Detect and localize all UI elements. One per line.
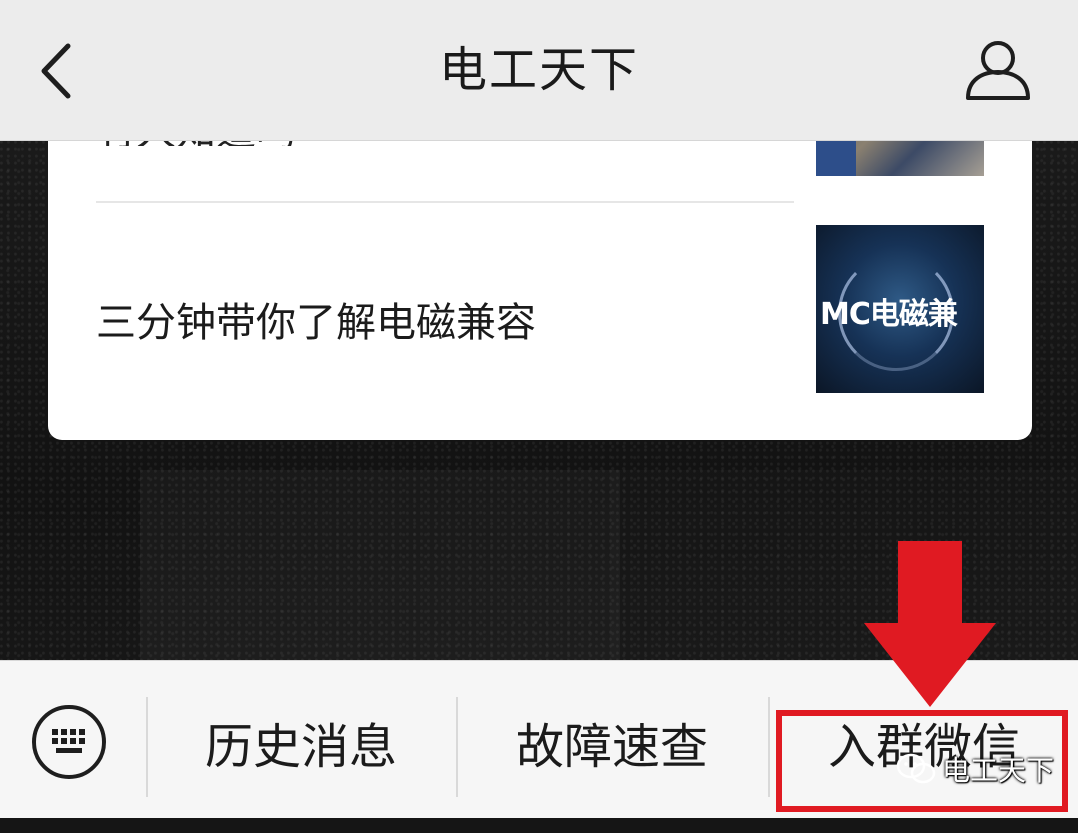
bottom-menu-bar: 历史消息 故障速查 入群微信 (0, 660, 1078, 818)
watermark-text: 电工天下 (942, 754, 1055, 787)
menu-item-join-wechat-group[interactable]: 入群微信 (770, 661, 1078, 818)
article-thumbnail: MC电磁兼 (816, 225, 984, 393)
article-card: 有人知道吗 三分钟带你了解电磁兼容 MC电磁兼 (48, 110, 1032, 440)
background-texture-patch (610, 470, 1078, 660)
menu-item-history[interactable]: 历史消息 (148, 661, 454, 818)
keyboard-toggle-button[interactable] (0, 661, 146, 818)
article-item[interactable]: 三分钟带你了解电磁兼容 MC电磁兼 (48, 203, 1032, 440)
keyboard-icon (32, 705, 106, 779)
back-button[interactable] (28, 36, 88, 106)
thumbnail-caption: MC电磁兼 (820, 297, 958, 332)
menu-item-fault-lookup[interactable]: 故障速查 (458, 661, 766, 818)
page-title: 电工天下 (438, 42, 639, 98)
watermark: 电工天下 (896, 746, 1054, 792)
wechat-icon (896, 753, 936, 784)
nav-header: 电工天下 (0, 0, 1078, 141)
article-title: 三分钟带你了解电磁兼容 (96, 300, 536, 346)
profile-button[interactable] (958, 36, 1038, 106)
background-texture-patch (140, 470, 620, 660)
person-icon (966, 41, 1030, 100)
chevron-left-icon (41, 43, 71, 99)
